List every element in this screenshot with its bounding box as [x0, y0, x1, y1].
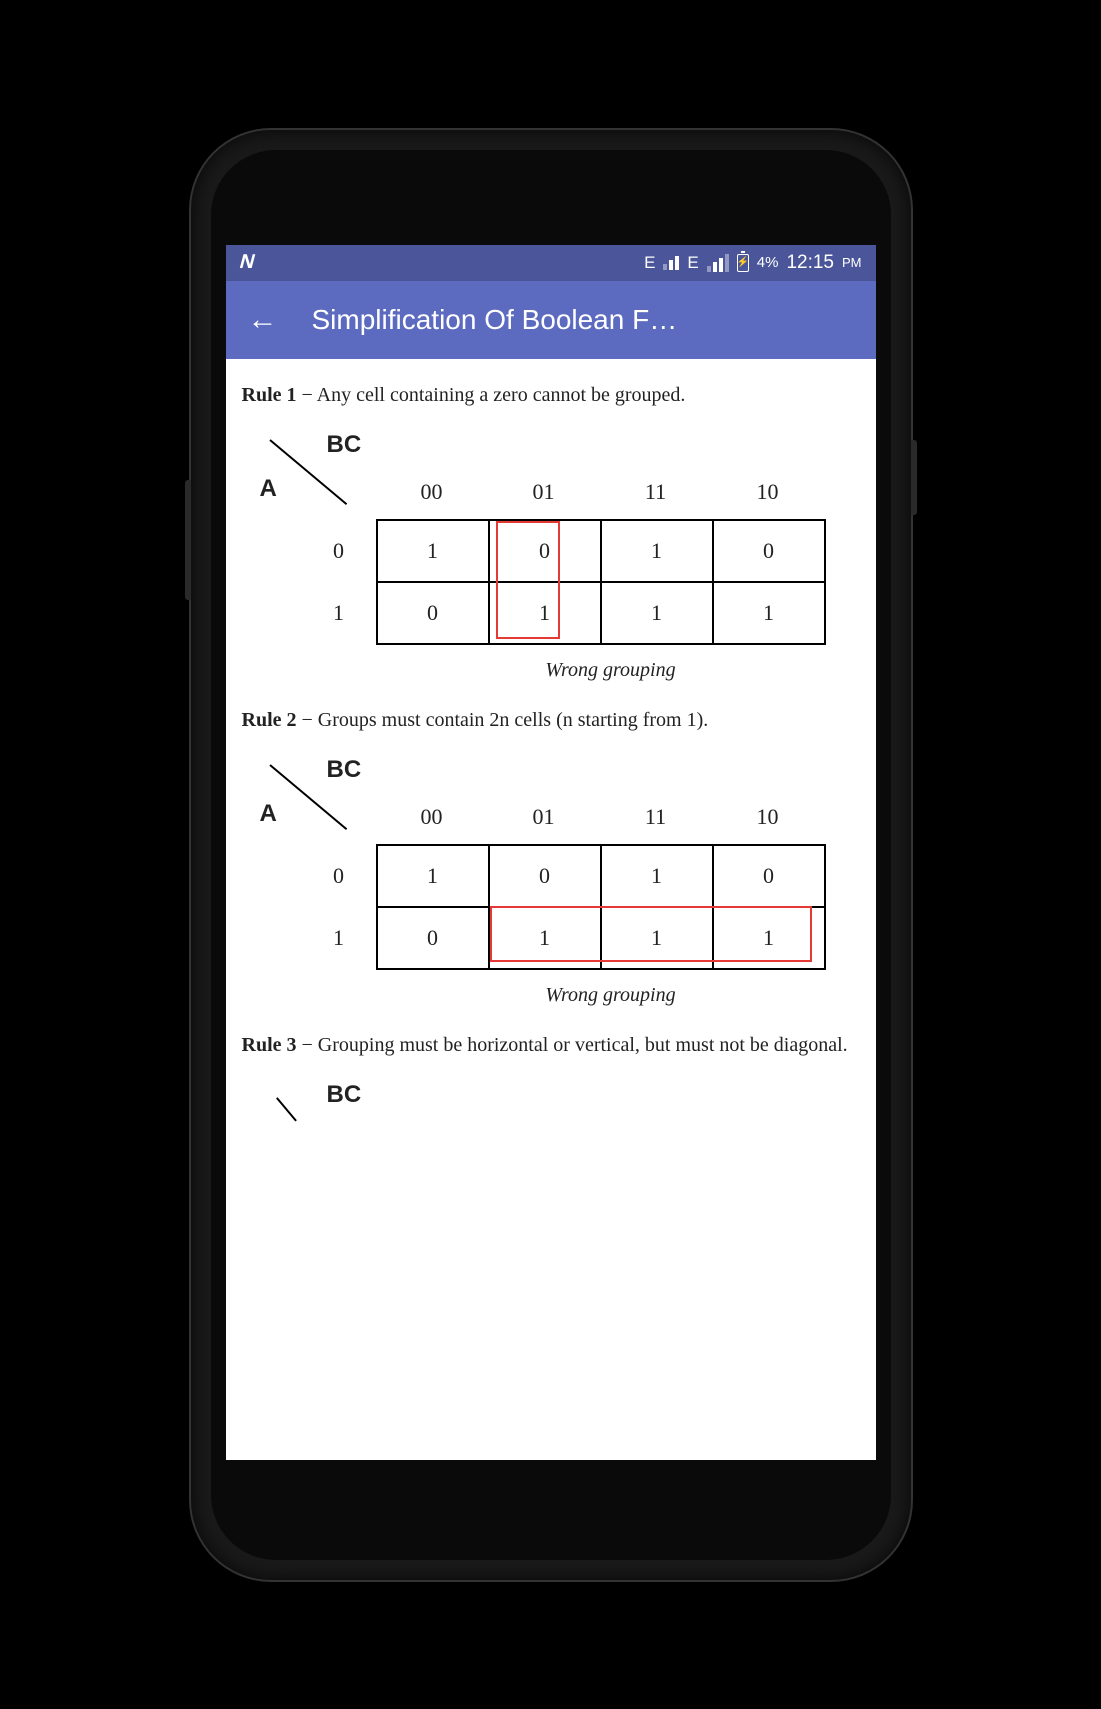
kmap-cell: 0	[713, 845, 825, 907]
phone-inner: N E E ⚡ 4% 12:15 PM	[211, 150, 891, 1560]
battery-percent: 4%	[757, 254, 779, 271]
col-header: 01	[488, 479, 600, 505]
bc-axis-label: BC	[327, 1081, 362, 1109]
volume-button	[185, 480, 191, 600]
android-n-icon: N	[236, 251, 257, 274]
rule-1-label: Rule 1	[242, 384, 297, 406]
app-bar: ← Simplification Of Boolean F…	[226, 281, 876, 359]
network-label: E	[644, 253, 655, 273]
table-row: 0 1 1 1	[377, 907, 825, 969]
row-header: 1	[242, 582, 376, 644]
kmap-1-header: BC A 00 01 11 10	[242, 429, 860, 519]
rule-2-text: Rule 2 − Groups must contain 2n cells (n…	[242, 704, 860, 736]
diagonal-line-icon	[276, 1097, 296, 1121]
rule-2-label: Rule 2	[242, 709, 297, 731]
kmap-cell: 0	[377, 582, 489, 644]
network-label: E	[687, 253, 698, 273]
col-header: 00	[376, 479, 488, 505]
signal-icon	[663, 256, 679, 270]
row-headers: 0 1	[242, 845, 376, 969]
rule-3-label: Rule 3	[242, 1034, 297, 1056]
col-header: 10	[712, 804, 824, 830]
kmap-2-header: BC A 00 01 11 10	[242, 754, 860, 844]
back-button[interactable]: ←	[248, 303, 278, 337]
rule-3-desc: − Grouping must be horizontal or vertica…	[297, 1034, 848, 1056]
rule-1-text: Rule 1 − Any cell containing a zero cann…	[242, 379, 860, 411]
clock-time: 12:15	[786, 252, 834, 274]
status-left: N	[240, 251, 254, 274]
kmap-2-body: 0 1 1 0 1 0 0 1	[242, 844, 860, 970]
kmap-cell: 1	[713, 907, 825, 969]
kmap-cell: 1	[601, 845, 713, 907]
kmap-cell: 1	[377, 520, 489, 582]
kmap-cell: 1	[601, 582, 713, 644]
bc-axis-label: BC	[327, 431, 362, 459]
col-header: 01	[488, 804, 600, 830]
kmap-3-header: BC	[242, 1079, 860, 1119]
page-title: Simplification Of Boolean F…	[312, 304, 678, 336]
content-area[interactable]: Rule 1 − Any cell containing a zero cann…	[226, 359, 876, 1460]
col-header: 10	[712, 479, 824, 505]
kmap-cell: 0	[377, 907, 489, 969]
col-headers: 00 01 11 10	[376, 479, 824, 505]
kmap-2-table: 1 0 1 0 0 1 1 1	[376, 844, 826, 970]
kmap-2: BC A 00 01 11 10 0 1	[242, 754, 860, 970]
status-bar: N E E ⚡ 4% 12:15 PM	[226, 245, 876, 281]
kmap-cell: 1	[377, 845, 489, 907]
col-header: 11	[600, 804, 712, 830]
signal-icon	[707, 254, 729, 272]
a-axis-label: A	[260, 475, 277, 503]
status-right: E E ⚡ 4% 12:15 PM	[644, 252, 861, 274]
kmap-cell: 1	[489, 582, 601, 644]
kmap-2-caption: Wrong grouping	[242, 984, 860, 1007]
kmap-1: BC A 00 01 11 10 0 1	[242, 429, 860, 645]
table-row: 1 0 1 0	[377, 845, 825, 907]
phone-frame: N E E ⚡ 4% 12:15 PM	[191, 130, 911, 1580]
kmap-cell: 1	[489, 907, 601, 969]
screen: N E E ⚡ 4% 12:15 PM	[226, 245, 876, 1460]
row-header: 0	[242, 845, 376, 907]
rule-3-text: Rule 3 − Grouping must be horizontal or …	[242, 1029, 860, 1061]
kmap-3: BC	[242, 1079, 860, 1119]
battery-icon: ⚡	[737, 254, 749, 272]
row-header: 1	[242, 907, 376, 969]
kmap-1-caption: Wrong grouping	[242, 659, 860, 682]
bc-axis-label: BC	[327, 756, 362, 784]
kmap-1-body: 0 1 1 0 1 0 0 1	[242, 519, 860, 645]
col-header: 00	[376, 804, 488, 830]
col-header: 11	[600, 479, 712, 505]
power-button	[911, 440, 917, 515]
kmap-cell: 0	[489, 845, 601, 907]
kmap-cell: 1	[601, 907, 713, 969]
kmap-cell: 0	[489, 520, 601, 582]
row-headers: 0 1	[242, 520, 376, 644]
rule-1-desc: − Any cell containing a zero cannot be g…	[297, 384, 686, 406]
rule-2-desc: − Groups must contain 2n cells (n starti…	[297, 709, 709, 731]
a-axis-label: A	[260, 800, 277, 828]
kmap-1-table: 1 0 1 0 0 1 1 1	[376, 519, 826, 645]
table-row: 1 0 1 0	[377, 520, 825, 582]
kmap-cell: 1	[713, 582, 825, 644]
table-row: 0 1 1 1	[377, 582, 825, 644]
row-header: 0	[242, 520, 376, 582]
clock-suffix: PM	[842, 255, 862, 270]
col-headers: 00 01 11 10	[376, 804, 824, 830]
kmap-cell: 1	[601, 520, 713, 582]
kmap-cell: 0	[713, 520, 825, 582]
